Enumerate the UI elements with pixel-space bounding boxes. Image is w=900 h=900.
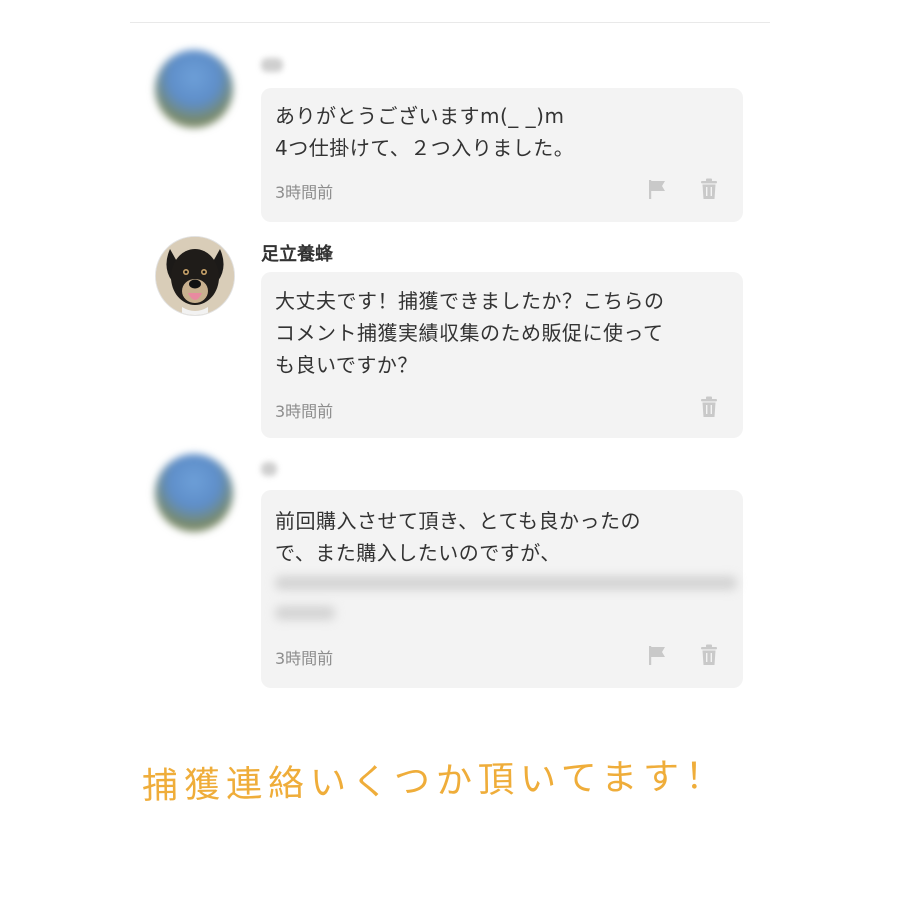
overlay-caption: 捕獲連絡いくつか頂いてます！ bbox=[141, 755, 728, 808]
comment-2: 足立養蜂 大丈夫です！捕獲できましたか？こちらの コメント捕獲実績収集のため販促… bbox=[155, 236, 745, 442]
comment-body: 前回購入させて頂き、とても良かったの で、また購入したいのですが、 bbox=[275, 509, 641, 565]
page: ありがとうございますm(_ _)m 4つ仕掛けて、２つ入りました。 3時間前 足… bbox=[0, 0, 900, 900]
comment-body: 大丈夫です！捕獲できましたか？こちらの コメント捕獲実績収集のため販促に使って … bbox=[275, 289, 665, 377]
comment-timestamp: 3時間前 bbox=[275, 183, 334, 202]
avatar[interactable] bbox=[155, 50, 233, 128]
author-name-redacted bbox=[261, 462, 277, 476]
author-name-redacted bbox=[261, 58, 283, 72]
trash-icon[interactable] bbox=[699, 644, 719, 666]
comment-bubble: 前回購入させて頂き、とても良かったの で、また購入したいのですが、 3時間前 bbox=[261, 490, 743, 688]
comment-3: 前回購入させて頂き、とても良かったの で、また購入したいのですが、 3時間前 bbox=[155, 452, 745, 692]
author-name[interactable]: 足立養蜂 bbox=[261, 240, 333, 266]
trash-icon[interactable] bbox=[699, 178, 719, 200]
dog-avatar-icon bbox=[156, 237, 234, 315]
comment-timestamp: 3時間前 bbox=[275, 649, 334, 668]
comment-bubble: 大丈夫です！捕獲できましたか？こちらの コメント捕獲実績収集のため販促に使って … bbox=[261, 272, 743, 438]
comment-timestamp: 3時間前 bbox=[275, 402, 334, 421]
trash-icon[interactable] bbox=[699, 396, 719, 418]
comment-bubble: ありがとうございますm(_ _)m 4つ仕掛けて、２つ入りました。 3時間前 bbox=[261, 88, 743, 222]
flag-icon[interactable] bbox=[647, 644, 667, 666]
comment-body: ありがとうございますm(_ _)m 4つ仕掛けて、２つ入りました。 bbox=[275, 104, 575, 160]
avatar[interactable] bbox=[155, 454, 233, 532]
comment-1: ありがとうございますm(_ _)m 4つ仕掛けて、２つ入りました。 3時間前 bbox=[155, 46, 745, 226]
flag-icon[interactable] bbox=[647, 178, 667, 200]
redacted-text bbox=[275, 576, 745, 632]
top-divider bbox=[130, 22, 770, 23]
avatar[interactable] bbox=[155, 236, 235, 316]
